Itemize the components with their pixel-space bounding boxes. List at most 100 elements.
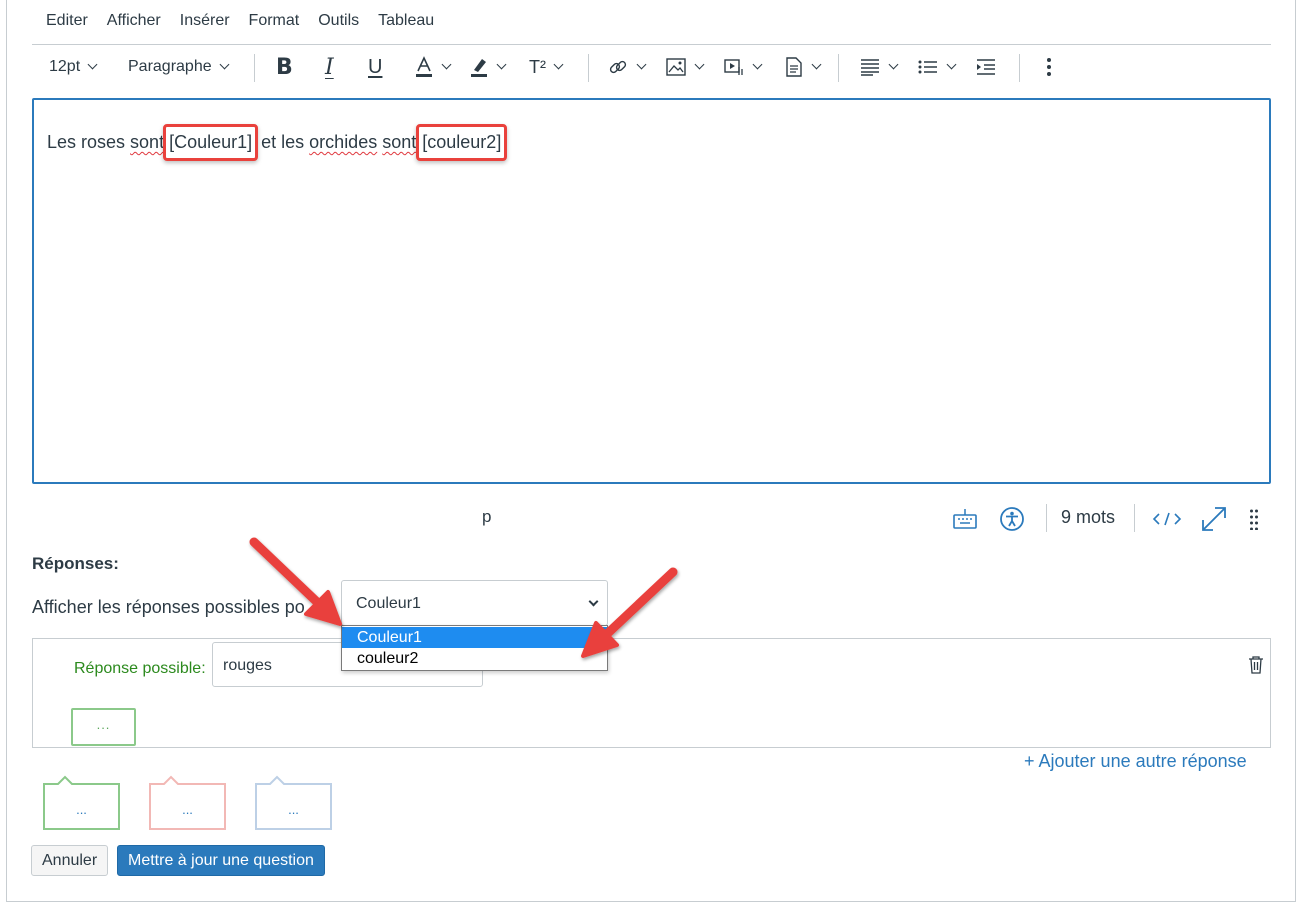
trash-icon — [1249, 656, 1263, 674]
toolbar-separator — [254, 54, 255, 82]
block-format-label: Paragraphe — [128, 58, 212, 75]
bullet-list-icon — [918, 60, 937, 74]
italic-icon: I — [325, 54, 334, 80]
chevron-down-icon — [636, 59, 647, 70]
text-color-icon — [416, 56, 432, 77]
correct-feedback-button[interactable]: ... — [43, 775, 120, 830]
menu-tools[interactable]: Outils — [318, 10, 359, 32]
misspelled-word: orchides — [309, 132, 378, 152]
chevron-down-icon — [694, 59, 705, 70]
show-answers-label: Afficher les réponses possibles po — [32, 597, 305, 617]
media-icon — [724, 59, 743, 75]
chevron-down-icon — [553, 59, 564, 70]
status-separator — [1134, 504, 1135, 532]
indent-button[interactable] — [975, 50, 997, 84]
incorrect-feedback-button[interactable]: ... — [149, 775, 226, 830]
bullet-list-button[interactable] — [917, 50, 957, 84]
resize-handle[interactable] — [1249, 504, 1259, 534]
drag-handle-icon — [1250, 509, 1258, 530]
link-icon — [609, 60, 627, 74]
blank-placeholder-2: [couleur2] — [416, 124, 508, 161]
font-size-select[interactable]: 12pt — [49, 50, 98, 84]
status-separator — [1046, 504, 1047, 532]
chevron-down-icon — [219, 59, 230, 70]
image-button[interactable] — [665, 50, 705, 84]
expand-icon — [1202, 507, 1226, 531]
dropdown-option-couleur1[interactable]: Couleur1 — [342, 627, 607, 648]
indent-icon — [977, 59, 995, 75]
menu-edit[interactable]: Editer — [46, 10, 88, 32]
chevron-down-icon — [888, 59, 899, 70]
document-icon — [786, 57, 802, 77]
menu-insert[interactable]: Insérer — [180, 10, 230, 32]
chevron-down-icon — [87, 59, 98, 70]
dropdown-option-couleur2[interactable]: couleur2 — [342, 648, 607, 669]
delete-answer-button[interactable] — [1248, 655, 1264, 680]
answer-label: Réponse possible: — [74, 660, 206, 677]
chevron-down-icon — [946, 59, 957, 70]
blank-dropdown-list: Couleur1 couleur2 — [341, 625, 608, 671]
menu-format[interactable]: Format — [249, 10, 300, 32]
bold-icon: B — [276, 54, 293, 80]
answer-panel: Réponse possible: rouges ... — [32, 638, 1271, 748]
align-left-icon — [861, 59, 879, 76]
media-button[interactable] — [723, 50, 763, 84]
general-feedback-button[interactable]: ... — [255, 775, 332, 830]
question-text: Les roses sont [Couleur1] et les orchides… — [47, 124, 508, 161]
feedback-dots: ... — [288, 802, 299, 817]
superscript-button[interactable]: T² — [529, 50, 564, 84]
update-question-button[interactable]: Mettre à jour une question — [117, 845, 325, 876]
toolbar: 12pt Paragraphe B I U T² — [32, 50, 1271, 86]
accessibility-icon — [1000, 507, 1024, 531]
link-button[interactable] — [607, 50, 647, 84]
keyboard-shortcuts-button[interactable] — [952, 504, 978, 534]
chevron-down-icon — [752, 59, 763, 70]
add-answer-link[interactable]: + Ajouter une autre réponse — [1024, 751, 1247, 772]
cancel-button[interactable]: Annuler — [31, 845, 109, 876]
toolbar-separator — [1019, 54, 1020, 82]
menu-table[interactable]: Tableau — [378, 10, 434, 32]
underline-button[interactable]: U — [368, 50, 382, 84]
chevron-down-icon — [588, 596, 599, 607]
chevron-down-icon — [811, 59, 822, 70]
chevron-down-icon — [496, 59, 507, 70]
code-icon — [1152, 512, 1182, 526]
toolbar-separator — [838, 54, 839, 82]
more-vertical-icon — [1047, 58, 1051, 76]
toolbar-separator — [588, 54, 589, 82]
feedback-dots: ... — [76, 802, 87, 817]
more-options-button[interactable] — [1046, 50, 1052, 84]
element-path[interactable]: p — [482, 507, 491, 527]
highlight-color-button[interactable] — [469, 50, 507, 84]
answers-heading: Réponses: — [32, 554, 119, 573]
html-editor-button[interactable] — [1152, 504, 1182, 534]
text-color-button[interactable] — [414, 50, 452, 84]
blank-text-1: [Couleur1] — [169, 132, 253, 152]
blank-placeholder-1: [Couleur1] — [163, 124, 259, 161]
highlighter-icon — [471, 59, 487, 77]
bold-button[interactable]: B — [276, 50, 293, 84]
accessibility-checker-button[interactable] — [999, 504, 1025, 534]
menu-view[interactable]: Afficher — [107, 10, 161, 32]
font-size-label: 12pt — [49, 58, 81, 75]
document-button[interactable] — [784, 50, 822, 84]
feedback-dots: ... — [182, 802, 193, 817]
answer-comment-button[interactable]: ... — [71, 708, 136, 746]
image-icon — [666, 58, 686, 76]
keyboard-icon — [953, 509, 977, 529]
toolbar-divider — [32, 44, 1271, 45]
rich-text-editor[interactable]: Les roses sont [Couleur1] et les orchides… — [32, 98, 1271, 484]
align-button[interactable] — [859, 50, 899, 84]
chevron-down-icon — [441, 59, 452, 70]
misspelled-word: sont — [130, 132, 165, 152]
menu-bar: Editer Afficher Insérer Format Outils Ta… — [46, 10, 453, 32]
blank-select[interactable]: Couleur1 — [341, 580, 608, 626]
misspelled-word: sont — [382, 132, 417, 152]
text-segment: Les roses — [47, 132, 131, 152]
italic-button[interactable]: I — [325, 50, 334, 84]
fullscreen-button[interactable] — [1200, 504, 1228, 534]
block-format-select[interactable]: Paragraphe — [128, 50, 230, 84]
blank-select-value: Couleur1 — [356, 595, 421, 612]
superscript-icon: T² — [529, 56, 546, 77]
word-count[interactable]: 9 mots — [1061, 507, 1115, 528]
